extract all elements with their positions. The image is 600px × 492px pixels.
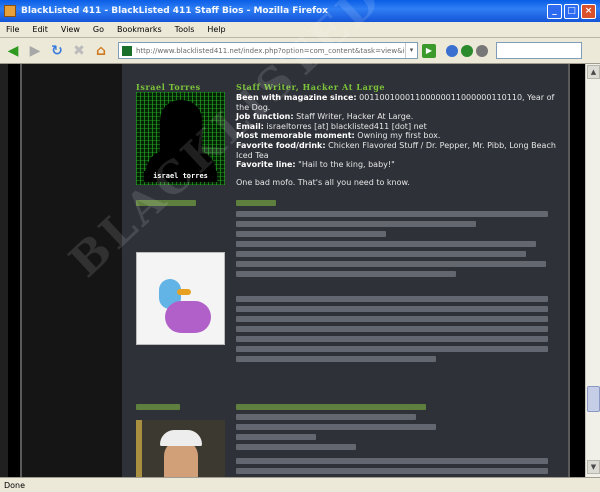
address-dropdown-button[interactable]: ▾ xyxy=(405,43,417,58)
bio-field: Favorite line: "Hail to the king, baby!" xyxy=(236,160,395,170)
vertical-scrollbar[interactable]: ▲ ▼ xyxy=(585,64,600,477)
close-button[interactable]: × xyxy=(581,3,596,19)
minimize-button[interactable]: _ xyxy=(547,3,562,19)
extension-icon[interactable] xyxy=(461,44,473,57)
menu-file[interactable]: File xyxy=(6,25,19,34)
feed-icon[interactable] xyxy=(476,44,488,57)
status-bar: Done xyxy=(0,477,600,492)
scroll-thumb[interactable] xyxy=(587,386,600,412)
firefox-app-icon xyxy=(4,5,16,17)
address-input[interactable]: http://www.blacklisted411.net/index.php?… xyxy=(136,47,405,55)
page-left-rail xyxy=(8,64,22,477)
bio-photo xyxy=(136,420,225,480)
bio-photo: israel torres xyxy=(136,92,225,185)
bio-field: Most memorable moment: Owning my first b… xyxy=(236,131,441,141)
title-bar: BlackListed 411 - BlackListed 411 Staff … xyxy=(0,0,600,22)
bio-logo-image xyxy=(136,252,225,345)
forward-button[interactable]: ▶ xyxy=(26,42,44,60)
scroll-up-button[interactable]: ▲ xyxy=(587,65,600,79)
menu-tools[interactable]: Tools xyxy=(175,25,195,34)
stop-button[interactable]: ✖ xyxy=(70,42,88,60)
page-left-margin xyxy=(22,64,122,477)
search-input[interactable] xyxy=(496,42,582,59)
menu-help[interactable]: Help xyxy=(207,25,225,34)
scroll-down-button[interactable]: ▼ xyxy=(587,460,600,474)
maximize-button[interactable]: □ xyxy=(564,3,579,19)
bio-role-blurred xyxy=(236,404,426,410)
address-bar[interactable]: http://www.blacklisted411.net/index.php?… xyxy=(118,42,418,59)
menu-go[interactable]: Go xyxy=(93,25,104,34)
menu-bookmarks[interactable]: Bookmarks xyxy=(117,25,162,34)
site-favicon-icon xyxy=(122,45,132,56)
menu-edit[interactable]: Edit xyxy=(32,25,48,34)
bio-name-blurred xyxy=(136,404,180,410)
menu-bar: File Edit View Go Bookmarks Tools Help xyxy=(0,22,600,38)
home-button[interactable]: ⌂ xyxy=(92,42,110,60)
bio-field: Job function: Staff Writer, Hacker At La… xyxy=(236,112,414,122)
status-text: Done xyxy=(4,480,26,490)
page-right-rail xyxy=(568,64,585,477)
photo-caption: israel torres xyxy=(144,171,217,182)
bio-field: Favorite food/drink: Chicken Flavored St… xyxy=(236,140,556,160)
bio-role-blurred xyxy=(236,200,276,206)
bio-details: Been with magazine since: 00110010001100… xyxy=(236,93,556,187)
bio-role: Staff Writer, Hacker At Large xyxy=(236,82,386,92)
reload-button[interactable]: ↻ xyxy=(48,42,66,60)
bio-field: Been with magazine since: 00110010001100… xyxy=(236,93,555,112)
bio-closing: One bad mofo. That's all you need to kno… xyxy=(236,177,410,187)
navigation-toolbar: ◀ ▶ ↻ ✖ ⌂ http://www.blacklisted411.net/… xyxy=(0,38,600,64)
bio-name: Israel Torres xyxy=(136,82,201,92)
menu-view[interactable]: View xyxy=(61,25,80,34)
window-title: BlackListed 411 - BlackListed 411 Staff … xyxy=(21,6,328,16)
bio-field: Email: israeltorres [at] blacklisted411 … xyxy=(236,121,427,131)
back-button[interactable]: ◀ xyxy=(4,42,22,60)
bio-name-blurred xyxy=(136,200,196,206)
search-engine-icon[interactable] xyxy=(446,44,458,57)
go-button[interactable]: ▶ xyxy=(422,43,436,58)
